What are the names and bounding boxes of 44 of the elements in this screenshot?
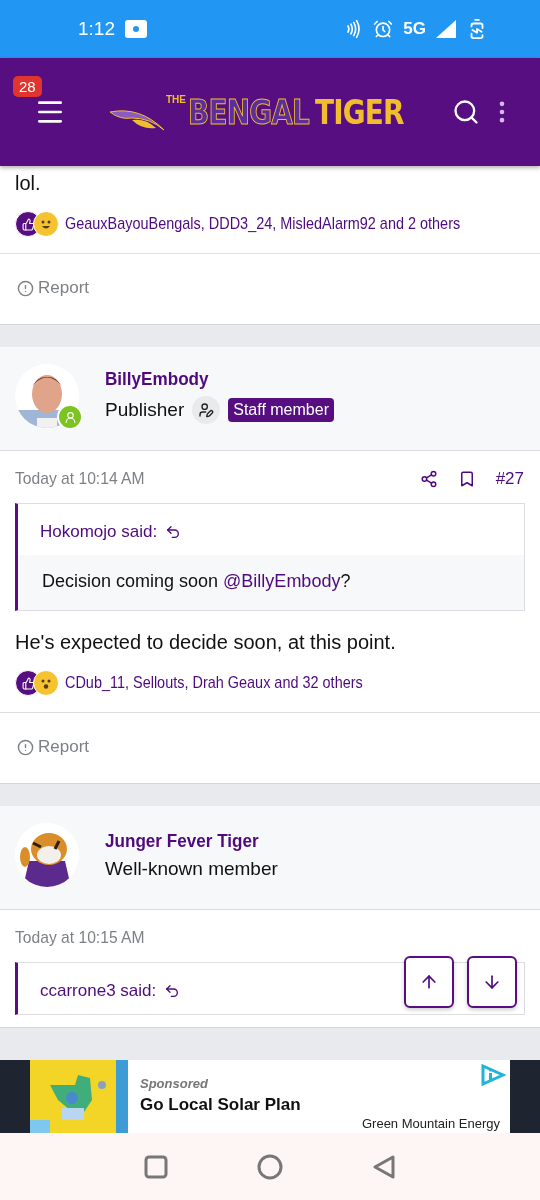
user-pen-icon [192, 396, 221, 424]
tiger-eye-icon [110, 108, 164, 132]
notification-badge: 28 [13, 76, 42, 97]
staff-badge: Staff member [228, 398, 334, 422]
report-button[interactable]: Report [0, 713, 107, 783]
mention-link[interactable]: @BillyEmbody [223, 571, 341, 591]
ad-title[interactable]: Go Local Solar Plan [140, 1095, 498, 1115]
share-icon[interactable] [419, 470, 438, 488]
post-date[interactable]: Today at 10:15 AM [15, 928, 484, 948]
network-type: 5G [403, 19, 426, 39]
signal-icon [436, 20, 456, 38]
screen-record-icon [125, 20, 147, 38]
post-text: lol. [14, 171, 42, 196]
recents-icon[interactable] [144, 1154, 169, 1179]
logo-text: THE [166, 94, 186, 105]
user-title: Publisher [105, 399, 185, 421]
jump-back-icon[interactable] [164, 983, 181, 999]
post-date[interactable]: Today at 10:14 AM [15, 469, 369, 489]
logo-text: BENGAL [188, 92, 309, 132]
report-button[interactable]: Report [0, 254, 107, 324]
alarm-icon [373, 19, 394, 39]
reactions-list[interactable]: CDub_11, Sellouts, Drah Geaux and 32 others [65, 673, 363, 693]
alert-icon [17, 738, 34, 756]
scroll-down-button[interactable] [467, 956, 517, 1008]
home-icon[interactable] [257, 1153, 283, 1180]
quote-author[interactable]: ccarrone3 said: [40, 981, 157, 1001]
alert-icon [17, 279, 34, 297]
scroll-up-button[interactable] [404, 956, 454, 1008]
user-title: Well-known member [105, 858, 278, 880]
quote-text: Decision coming soon @BillyEmbody? [18, 555, 524, 610]
jump-back-icon[interactable] [165, 524, 182, 540]
logo-text: TIGER [315, 92, 405, 132]
username-link[interactable]: Junger Fever Tiger [105, 830, 261, 852]
reactions-list[interactable]: GeauxBayouBengals, DDD3_24, MisledAlarm92 and 2 others [65, 214, 461, 234]
surprised-face-icon [33, 670, 59, 696]
username-link[interactable]: BillyEmbody [105, 368, 312, 390]
quote-author[interactable]: Hokomojo said: [40, 522, 158, 542]
clock: 1:12 [78, 18, 115, 40]
ad-advertiser: Green Mountain Energy [361, 1116, 500, 1131]
sponsored-label: Sponsored [140, 1076, 209, 1091]
laughing-face-icon [33, 211, 59, 237]
back-icon[interactable] [371, 1154, 396, 1179]
post-text: He's expected to decide soon, at this point. [14, 630, 397, 655]
post-number[interactable]: #27 [495, 469, 524, 489]
